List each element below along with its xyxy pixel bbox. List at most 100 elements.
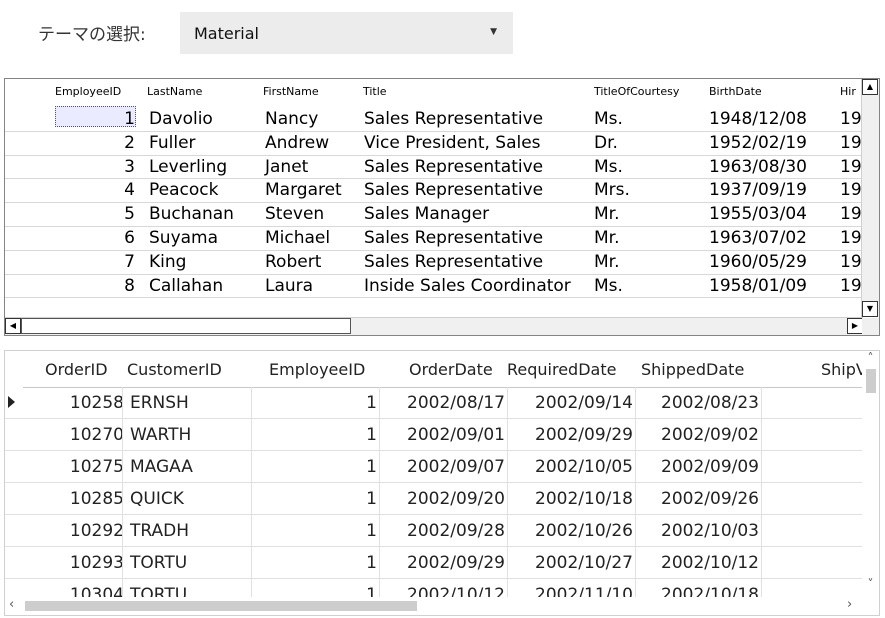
cell-orderid[interactable]: 10293 bbox=[70, 553, 124, 573]
cell-hiredate[interactable]: 19 bbox=[840, 181, 862, 200]
table-row[interactable]: 1 Davolio Nancy Sales Representative Ms. 1948… bbox=[5, 108, 865, 132]
table-row[interactable]: 3 Leverling Janet Sales Representative Ms. 19… bbox=[5, 156, 865, 180]
cell-orderid[interactable]: 10275 bbox=[70, 457, 124, 477]
scroll-down-icon[interactable]: ▼ bbox=[862, 301, 878, 317]
cell-titleofcourtesy[interactable]: Ms. bbox=[594, 276, 623, 296]
cell-shippeddate[interactable]: 2002/10/03 bbox=[661, 521, 759, 541]
cell-firstname[interactable]: Michael bbox=[265, 228, 330, 248]
cell-orderdate[interactable]: 2002/09/01 bbox=[407, 425, 505, 445]
cell-titleofcourtesy[interactable]: Mr. bbox=[594, 205, 620, 224]
column-header-birthdate[interactable]: BirthDate bbox=[709, 85, 762, 98]
orders-vertical-scrollbar[interactable]: ˄ ˅ bbox=[862, 351, 879, 599]
cell-title[interactable]: Vice President, Sales bbox=[364, 133, 541, 153]
cell-lastname[interactable]: Callahan bbox=[149, 276, 223, 296]
cell-title[interactable]: Sales Representative bbox=[364, 181, 543, 200]
table-row[interactable]: 5 Buchanan Steven Sales Manager Mr. 1955/03/0… bbox=[5, 203, 865, 227]
cell-hiredate[interactable]: 19 bbox=[840, 205, 862, 224]
cell-orderid[interactable]: 10258 bbox=[70, 393, 124, 413]
cell-firstname[interactable]: Laura bbox=[265, 276, 313, 296]
column-header-employeeid[interactable]: EmployeeID bbox=[55, 85, 121, 98]
cell-employeeid[interactable]: 7 bbox=[69, 252, 135, 272]
cell-lastname[interactable]: Buchanan bbox=[149, 205, 234, 224]
row-header[interactable] bbox=[5, 547, 23, 579]
cell-customerid[interactable]: WARTH bbox=[130, 425, 191, 445]
table-row[interactable]: 10292 TRADH 1 2002/09/28 2002/10/26 2002/10/0… bbox=[23, 515, 865, 547]
cell-birthdate[interactable]: 1955/03/04 bbox=[709, 205, 807, 224]
cell-titleofcourtesy[interactable]: Mrs. bbox=[594, 181, 630, 200]
cell-lastname[interactable]: Davolio bbox=[149, 110, 213, 129]
column-header-orderdate[interactable]: OrderDate bbox=[409, 360, 493, 379]
orders-horizontal-scrollbar[interactable]: ‹ › bbox=[5, 597, 879, 615]
chevron-down-icon[interactable]: ˅ bbox=[862, 577, 879, 591]
column-header-title[interactable]: Title bbox=[363, 85, 387, 98]
row-header[interactable] bbox=[5, 451, 23, 483]
cell-employeeid[interactable]: 1 bbox=[366, 425, 377, 445]
chevron-up-icon[interactable]: ˄ bbox=[862, 351, 879, 365]
cell-shippeddate[interactable]: 2002/09/09 bbox=[661, 457, 759, 477]
column-header-shippeddate[interactable]: ShippedDate bbox=[641, 360, 744, 379]
cell-employeeid[interactable]: 1 bbox=[366, 457, 377, 477]
cell-orderdate[interactable]: 2002/09/29 bbox=[407, 553, 505, 573]
cell-requireddate[interactable]: 2002/10/18 bbox=[535, 489, 633, 509]
cell-employeeid[interactable]: 3 bbox=[69, 157, 135, 177]
employees-grid[interactable]: EmployeeID LastName FirstName Title Titl… bbox=[4, 78, 880, 336]
row-header[interactable] bbox=[5, 515, 23, 547]
cell-firstname[interactable]: Margaret bbox=[265, 181, 342, 200]
cell-employeeid[interactable]: 6 bbox=[69, 228, 135, 248]
chevron-left-icon[interactable]: ‹ bbox=[9, 597, 14, 612]
cell-birthdate[interactable]: 1948/12/08 bbox=[709, 110, 807, 129]
cell-titleofcourtesy[interactable]: Mr. bbox=[594, 252, 620, 272]
cell-customerid[interactable]: TORTU bbox=[130, 553, 187, 573]
cell-firstname[interactable]: Janet bbox=[265, 157, 308, 177]
cell-birthdate[interactable]: 1960/05/29 bbox=[709, 252, 807, 272]
cell-employeeid[interactable]: 1 bbox=[69, 110, 135, 129]
row-header[interactable] bbox=[5, 387, 23, 419]
cell-orderid[interactable]: 10270 bbox=[70, 425, 124, 445]
cell-requireddate[interactable]: 2002/10/27 bbox=[535, 553, 633, 573]
cell-hiredate[interactable]: 19 bbox=[840, 133, 862, 153]
table-row[interactable]: 2 Fuller Andrew Vice President, Sales Dr. 195… bbox=[5, 132, 865, 156]
cell-firstname[interactable]: Steven bbox=[265, 205, 324, 224]
cell-titleofcourtesy[interactable]: Mr. bbox=[594, 228, 620, 248]
column-header-lastname[interactable]: LastName bbox=[147, 85, 202, 98]
table-row[interactable]: 7 King Robert Sales Representative Mr. 1960/0… bbox=[5, 251, 865, 275]
cell-title[interactable]: Inside Sales Coordinator bbox=[364, 276, 571, 296]
cell-title[interactable]: Sales Representative bbox=[364, 228, 543, 248]
cell-birthdate[interactable]: 1958/01/09 bbox=[709, 276, 807, 296]
cell-orderid[interactable]: 10292 bbox=[70, 521, 124, 541]
cell-customerid[interactable]: MAGAA bbox=[130, 457, 193, 477]
cell-orderdate[interactable]: 2002/08/17 bbox=[407, 393, 505, 413]
cell-birthdate[interactable]: 1963/07/02 bbox=[709, 228, 807, 248]
table-row[interactable]: 8 Callahan Laura Inside Sales Coordinator Ms… bbox=[5, 275, 865, 299]
column-header-firstname[interactable]: FirstName bbox=[263, 85, 319, 98]
column-header-employeeid[interactable]: EmployeeID bbox=[269, 360, 365, 379]
cell-title[interactable]: Sales Representative bbox=[364, 110, 543, 129]
scroll-left-icon[interactable]: ◀ bbox=[5, 318, 21, 334]
cell-birthdate[interactable]: 1952/02/19 bbox=[709, 133, 807, 153]
cell-lastname[interactable]: Leverling bbox=[149, 157, 227, 177]
cell-birthdate[interactable]: 1937/09/19 bbox=[709, 181, 807, 200]
cell-requireddate[interactable]: 2002/10/05 bbox=[535, 457, 633, 477]
cell-customerid[interactable]: QUICK bbox=[130, 489, 184, 509]
cell-hiredate[interactable]: 19 bbox=[840, 276, 862, 296]
cell-employeeid[interactable]: 1 bbox=[366, 393, 377, 413]
cell-employeeid[interactable]: 1 bbox=[366, 553, 377, 573]
employees-vertical-scrollbar[interactable]: ▲ ▼ bbox=[861, 79, 879, 317]
table-row[interactable]: 10258 ERNSH 1 2002/08/17 2002/09/14 2002/08/2… bbox=[23, 387, 865, 419]
cell-employeeid[interactable]: 2 bbox=[69, 133, 135, 153]
table-row[interactable]: 4 Peacock Margaret Sales Representative Mrs.… bbox=[5, 179, 865, 204]
table-row[interactable]: 10270 WARTH 1 2002/09/01 2002/09/29 2002/09/0… bbox=[23, 419, 865, 451]
vertical-scroll-thumb[interactable] bbox=[866, 369, 876, 393]
cell-employeeid[interactable]: 1 bbox=[366, 521, 377, 541]
column-header-shipvia[interactable]: ShipV bbox=[821, 360, 867, 379]
cell-requireddate[interactable]: 2002/10/26 bbox=[535, 521, 633, 541]
cell-lastname[interactable]: Fuller bbox=[149, 133, 196, 153]
cell-title[interactable]: Sales Manager bbox=[364, 205, 489, 224]
theme-dropdown[interactable]: Material ▼ bbox=[180, 12, 513, 54]
cell-titleofcourtesy[interactable]: Ms. bbox=[594, 110, 623, 129]
cell-employeeid[interactable]: 4 bbox=[69, 181, 135, 200]
cell-titleofcourtesy[interactable]: Dr. bbox=[594, 133, 618, 153]
horizontal-scroll-thumb[interactable] bbox=[21, 318, 351, 334]
table-row[interactable]: 10285 QUICK 1 2002/09/20 2002/10/18 2002/09/2… bbox=[23, 483, 865, 515]
cell-hiredate[interactable]: 19 bbox=[840, 228, 862, 248]
